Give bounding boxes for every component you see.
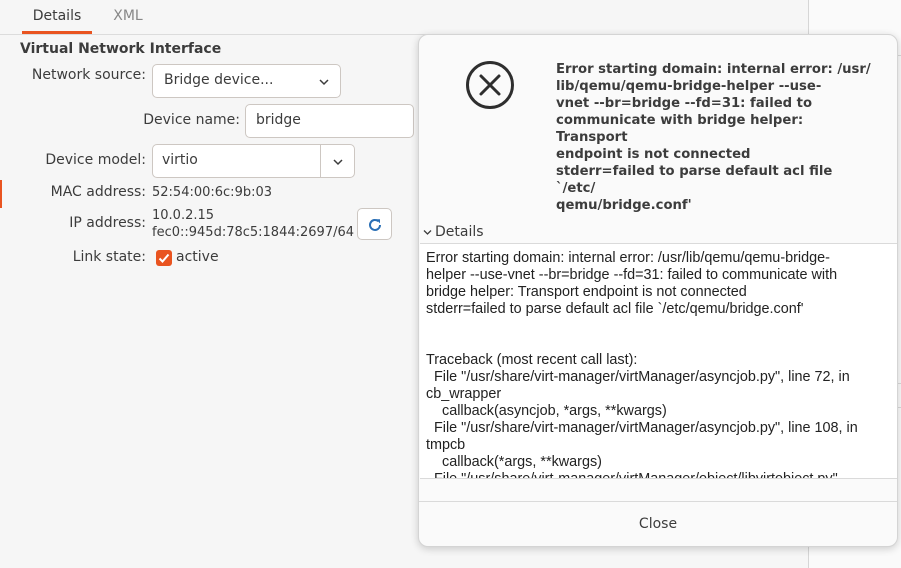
link-state-value: active	[176, 249, 219, 265]
mac-address-label: MAC address:	[50, 184, 146, 200]
network-source-label: Network source:	[31, 67, 146, 83]
ip-v6-value: fec0::945d:78c5:1844:2697/64	[152, 225, 355, 240]
sidebar-selection-marker	[0, 180, 2, 208]
details-textview[interactable]: Error starting domain: internal error: /…	[420, 243, 897, 479]
network-source-value: Bridge device...	[164, 72, 274, 88]
chevron-down-icon[interactable]	[329, 153, 347, 171]
chevron-down-icon	[423, 230, 432, 235]
mac-address-value: 52:54:00:6c:9b:03	[152, 185, 273, 200]
ip-address-label: IP address:	[69, 215, 146, 231]
link-state-checkbox[interactable]	[156, 250, 172, 266]
details-text: Error starting domain: internal error: /…	[426, 250, 858, 479]
device-model-value[interactable]: virtio	[162, 152, 198, 168]
device-name-label: Device name:	[143, 112, 240, 128]
error-dialog: Error starting domain: internal error: /…	[418, 34, 898, 547]
refresh-icon	[369, 218, 381, 231]
device-name-value: bridge	[256, 112, 301, 128]
ip-v4-value: 10.0.2.15	[152, 208, 215, 223]
section-title: Virtual Network Interface	[20, 41, 222, 57]
error-circle-x-icon	[466, 61, 514, 109]
link-state-label: Link state:	[72, 249, 146, 265]
tab-details[interactable]: Details	[22, 0, 92, 34]
refresh-ip-button[interactable]	[357, 208, 392, 240]
close-button[interactable]: Close	[419, 502, 897, 546]
tab-xml[interactable]: XML	[104, 0, 152, 34]
device-name-input[interactable]: bridge	[245, 104, 414, 138]
details-label: Details	[435, 224, 484, 240]
error-message: Error starting domain: internal error: /…	[556, 62, 871, 213]
checkmark-icon	[158, 253, 170, 263]
combo-divider	[320, 145, 321, 177]
device-model-label: Device model:	[45, 152, 146, 168]
chevron-down-icon	[319, 79, 329, 86]
device-model-combo[interactable]: virtio	[152, 144, 355, 178]
network-source-dropdown[interactable]: Bridge device...	[152, 64, 341, 98]
